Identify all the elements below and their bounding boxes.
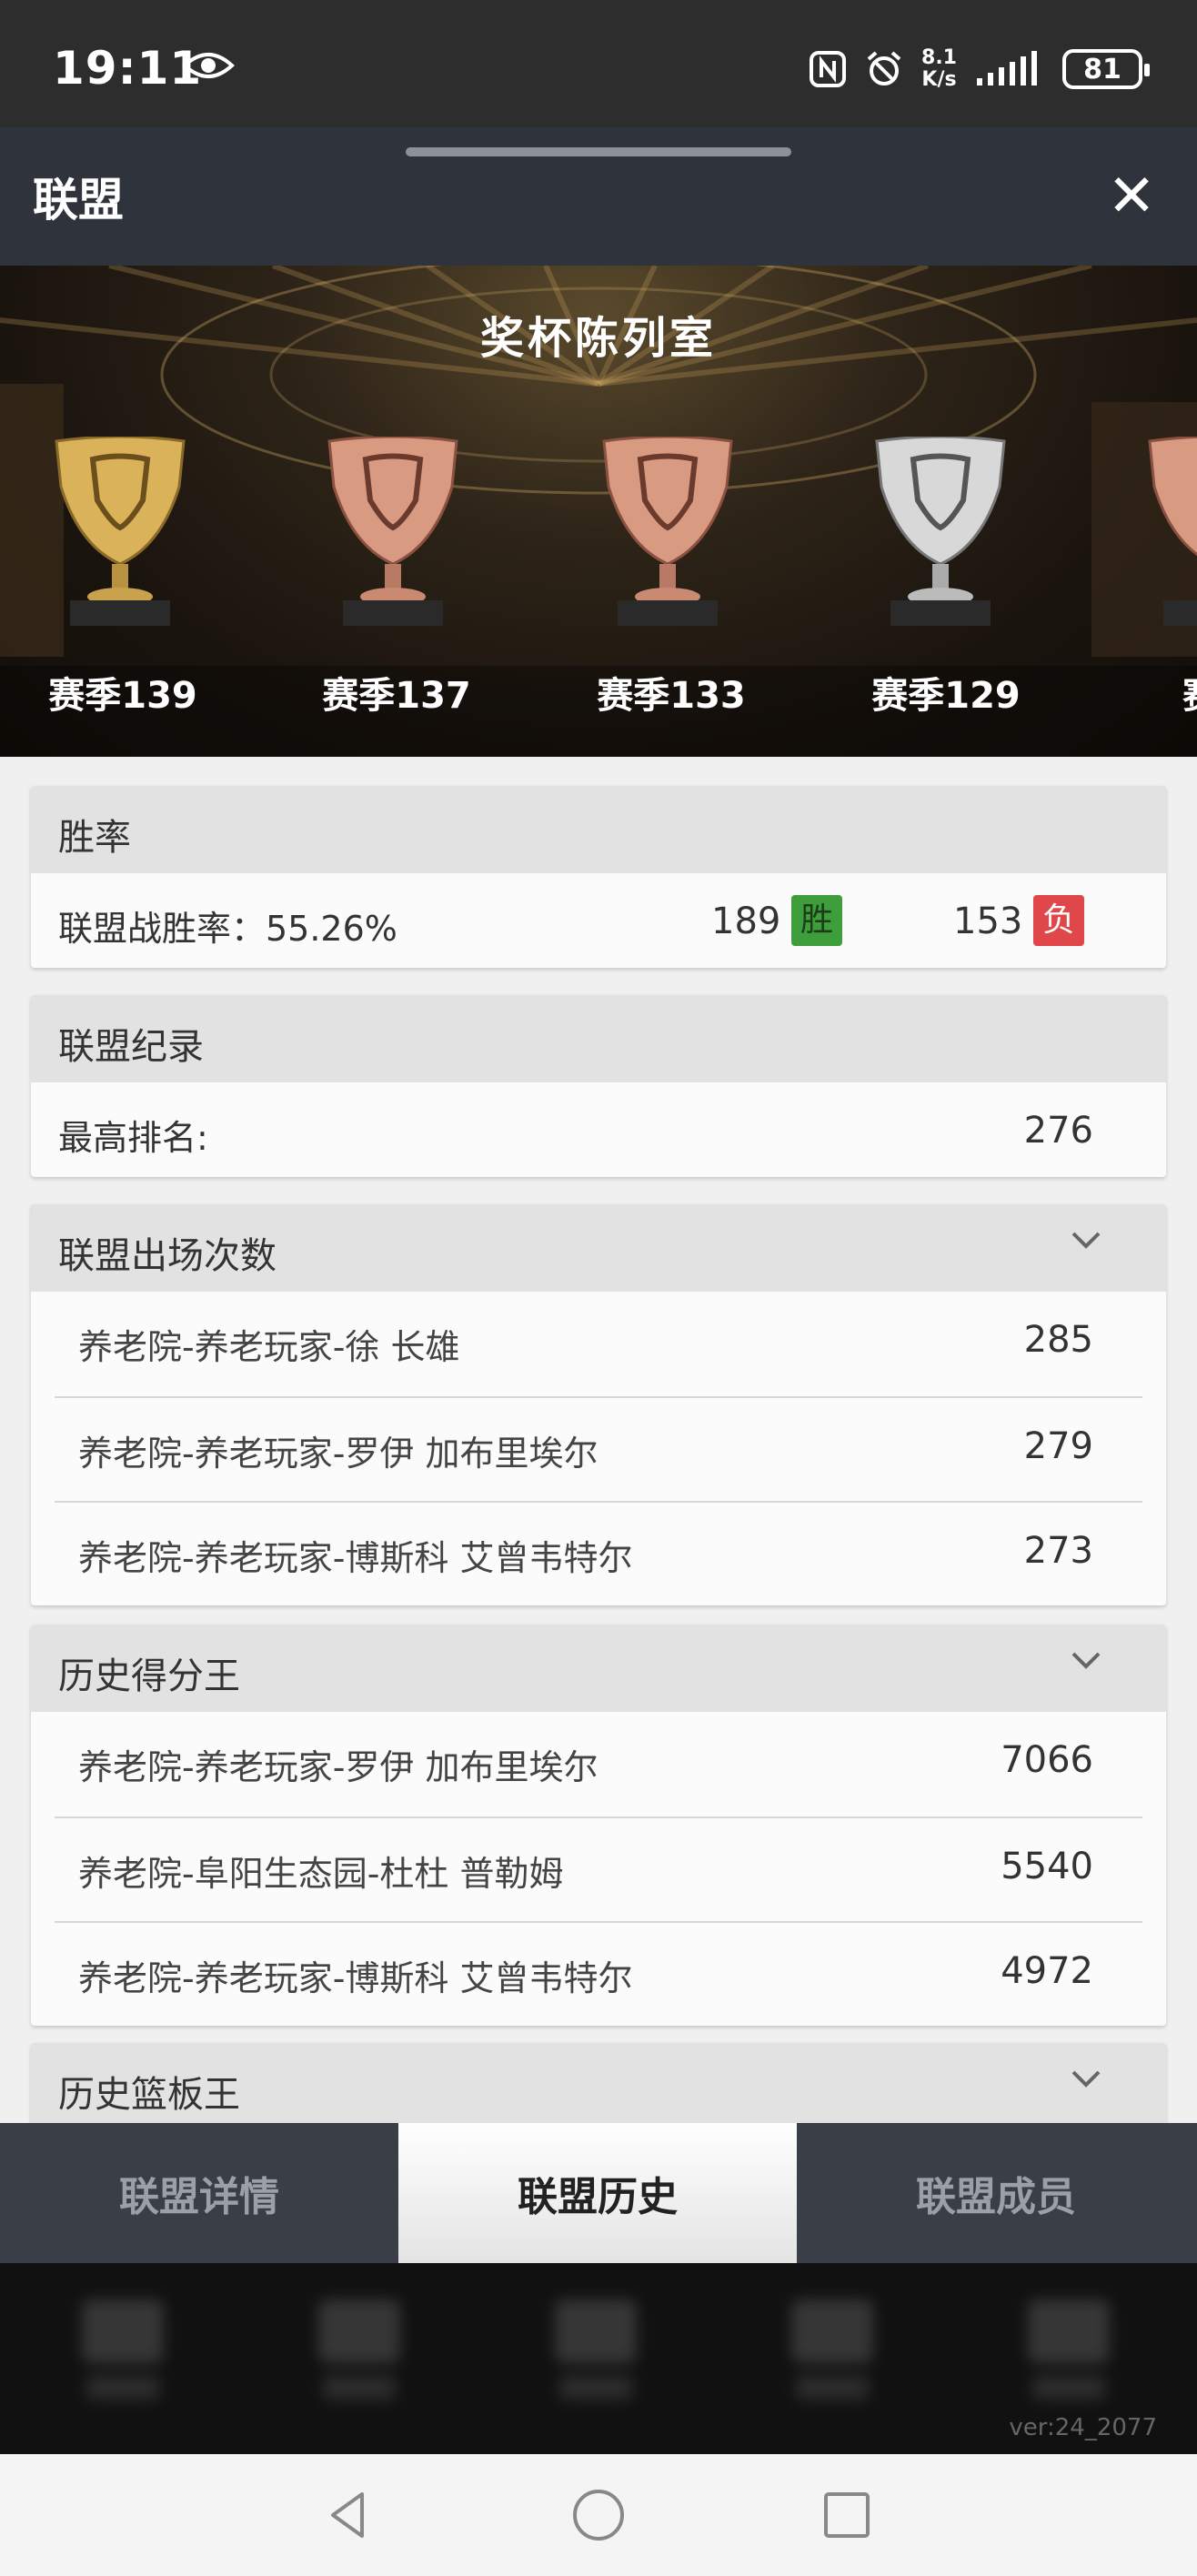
list-item: 养老院-养老玩家-博斯科 艾曾韦特尔 273 [55,1501,1142,1605]
win-rate-row: 联盟战胜率：55.26% 189 胜 153 负 [31,873,1166,968]
player-value: 273 [1023,1530,1093,1572]
card-header[interactable]: 联盟出场次数 [31,1204,1166,1292]
losses-count: 153 [953,901,1023,942]
battery-icon: 81 [1062,49,1150,89]
player-name: 养老院-养老玩家-罗伊 加布里埃尔 [78,1747,598,1787]
list-item: 养老院-养老玩家-罗伊 加布里埃尔 279 [55,1396,1142,1501]
best-rank-label: 最高排名: [58,1118,208,1158]
trophy-room-banner: 奖杯陈列室 赛季139 赛季137 赛季133 赛季129 [0,266,1197,757]
net-speed: 8.1 K/s [921,46,957,91]
list-item: 养老院-阜阳生态园-杜杜 普勒姆 5540 [55,1816,1142,1921]
blurred-dock-item [1019,2299,1119,2427]
wins-count: 189 [711,901,781,942]
card-title: 历史得分王 [58,1655,240,1697]
win-badge: 胜 [791,895,842,946]
history-content[interactable]: 胜率 联盟战胜率：55.26% 189 胜 153 负 联盟纪录 最高排名: 2… [0,757,1197,2123]
loss-badge: 负 [1033,895,1084,946]
card-title: 联盟纪录 [58,1026,204,1068]
trophy-icon [1148,437,1197,626]
scorers-list: 养老院-养老玩家-罗伊 加布里埃尔 7066 养老院-阜阳生态园-杜杜 普勒姆 … [31,1712,1166,2026]
trophy-bronze-1[interactable] [302,437,484,628]
player-name: 养老院-养老玩家-博斯科 艾曾韦特尔 [78,1538,633,1578]
card-header[interactable]: 历史篮板王 [31,2043,1166,2123]
status-bar: 19:11 8.1 K/s 81 [0,0,1197,127]
trophy-bronze-3[interactable] [1122,437,1197,628]
tab-league-details[interactable]: 联盟详情 [0,2123,398,2263]
list-item: 养老院-养老玩家-徐 长雄 285 [55,1292,1142,1396]
player-value: 4972 [1001,1950,1093,1992]
chevron-down-icon[interactable] [1070,1224,1102,1257]
recents-icon[interactable] [817,2485,877,2545]
close-icon[interactable]: ✕ [1102,167,1161,226]
player-value: 285 [1023,1319,1093,1361]
best-rank-row: 最高排名: 276 [31,1082,1166,1177]
card-title: 联盟出场次数 [58,1235,277,1277]
trophy-season-label: 赛季129 [871,675,1021,717]
player-value: 5540 [1001,1846,1093,1887]
chevron-down-icon[interactable] [1070,1645,1102,1677]
trophy-season-label: 赛季137 [322,675,471,717]
trophy-season-label: 赛季133 [597,675,746,717]
player-name: 养老院-养老玩家-博斯科 艾曾韦特尔 [78,1958,633,1998]
back-icon[interactable] [318,2485,378,2545]
player-name: 养老院-养老玩家-罗伊 加布里埃尔 [78,1434,598,1474]
drag-handle[interactable] [406,147,791,156]
trophy-room-title: 奖杯陈列室 [479,313,717,364]
player-value: 279 [1023,1425,1093,1467]
trophy-icon [327,437,458,626]
player-value: 7066 [1001,1739,1093,1781]
version-label: ver:24_2077 [1009,2414,1157,2441]
signal-icon [977,51,1037,86]
record-card: 联盟纪录 最高排名: 276 [31,995,1166,1177]
trophy-icon [602,437,733,626]
card-title: 胜率 [58,817,131,859]
system-nav-bar [0,2454,1197,2576]
bottom-tab-bar: 联盟详情 联盟历史 联盟成员 [0,2123,1197,2263]
trophy-silver[interactable] [850,437,1031,628]
tab-league-history[interactable]: 联盟历史 [398,2123,797,2263]
list-item: 养老院-养老玩家-博斯科 艾曾韦特尔 4972 [55,1921,1142,2026]
blurred-dock-item [73,2299,173,2427]
alarm-icon [867,51,901,86]
appearances-card: 联盟出场次数 养老院-养老玩家-徐 长雄 285 养老院-养老玩家-罗伊 加布里… [31,1204,1166,1605]
rebounders-card: 历史篮板王 [31,2043,1166,2123]
player-name: 养老院-阜阳生态园-杜杜 普勒姆 [78,1854,564,1894]
app-header: 联盟 ✕ [0,127,1197,266]
trophy-season-label: 赛季139 [48,675,197,717]
nfc-icon [810,51,847,87]
card-header: 胜率 [31,786,1166,873]
clock: 19:11 [53,42,203,95]
appearances-list: 养老院-养老玩家-徐 长雄 285 养老院-养老玩家-罗伊 加布里埃尔 279 … [31,1292,1166,1605]
list-item: 养老院-养老玩家-罗伊 加布里埃尔 7066 [55,1712,1142,1816]
home-icon[interactable] [568,2485,629,2545]
blurred-dock-item [546,2299,646,2427]
eye-icon [182,53,235,78]
trophy-icon [875,437,1006,626]
trophy-icon [55,437,186,626]
chevron-down-icon[interactable] [1070,2063,1102,2096]
trophy-gold[interactable] [29,437,211,628]
best-rank-value: 276 [1023,1110,1093,1152]
blurred-dock-item [782,2299,882,2427]
win-rate-card: 胜率 联盟战胜率：55.26% 189 胜 153 负 [31,786,1166,968]
card-title: 历史篮板王 [58,2074,240,2116]
player-name: 养老院-养老玩家-徐 长雄 [78,1327,460,1367]
tab-league-members[interactable]: 联盟成员 [797,2123,1195,2263]
win-rate-label: 联盟战胜率：55.26% [58,909,397,949]
card-header: 联盟纪录 [31,995,1166,1082]
blurred-dock-item [309,2299,409,2427]
scorers-card: 历史得分王 养老院-养老玩家-罗伊 加布里埃尔 7066 养老院-阜阳生态园-杜… [31,1625,1166,2026]
trophy-bronze-2[interactable] [577,437,759,628]
trophy-season-label: 赛季 [1101,666,1197,719]
card-header[interactable]: 历史得分王 [31,1625,1166,1712]
page-title: 联盟 [33,174,124,226]
